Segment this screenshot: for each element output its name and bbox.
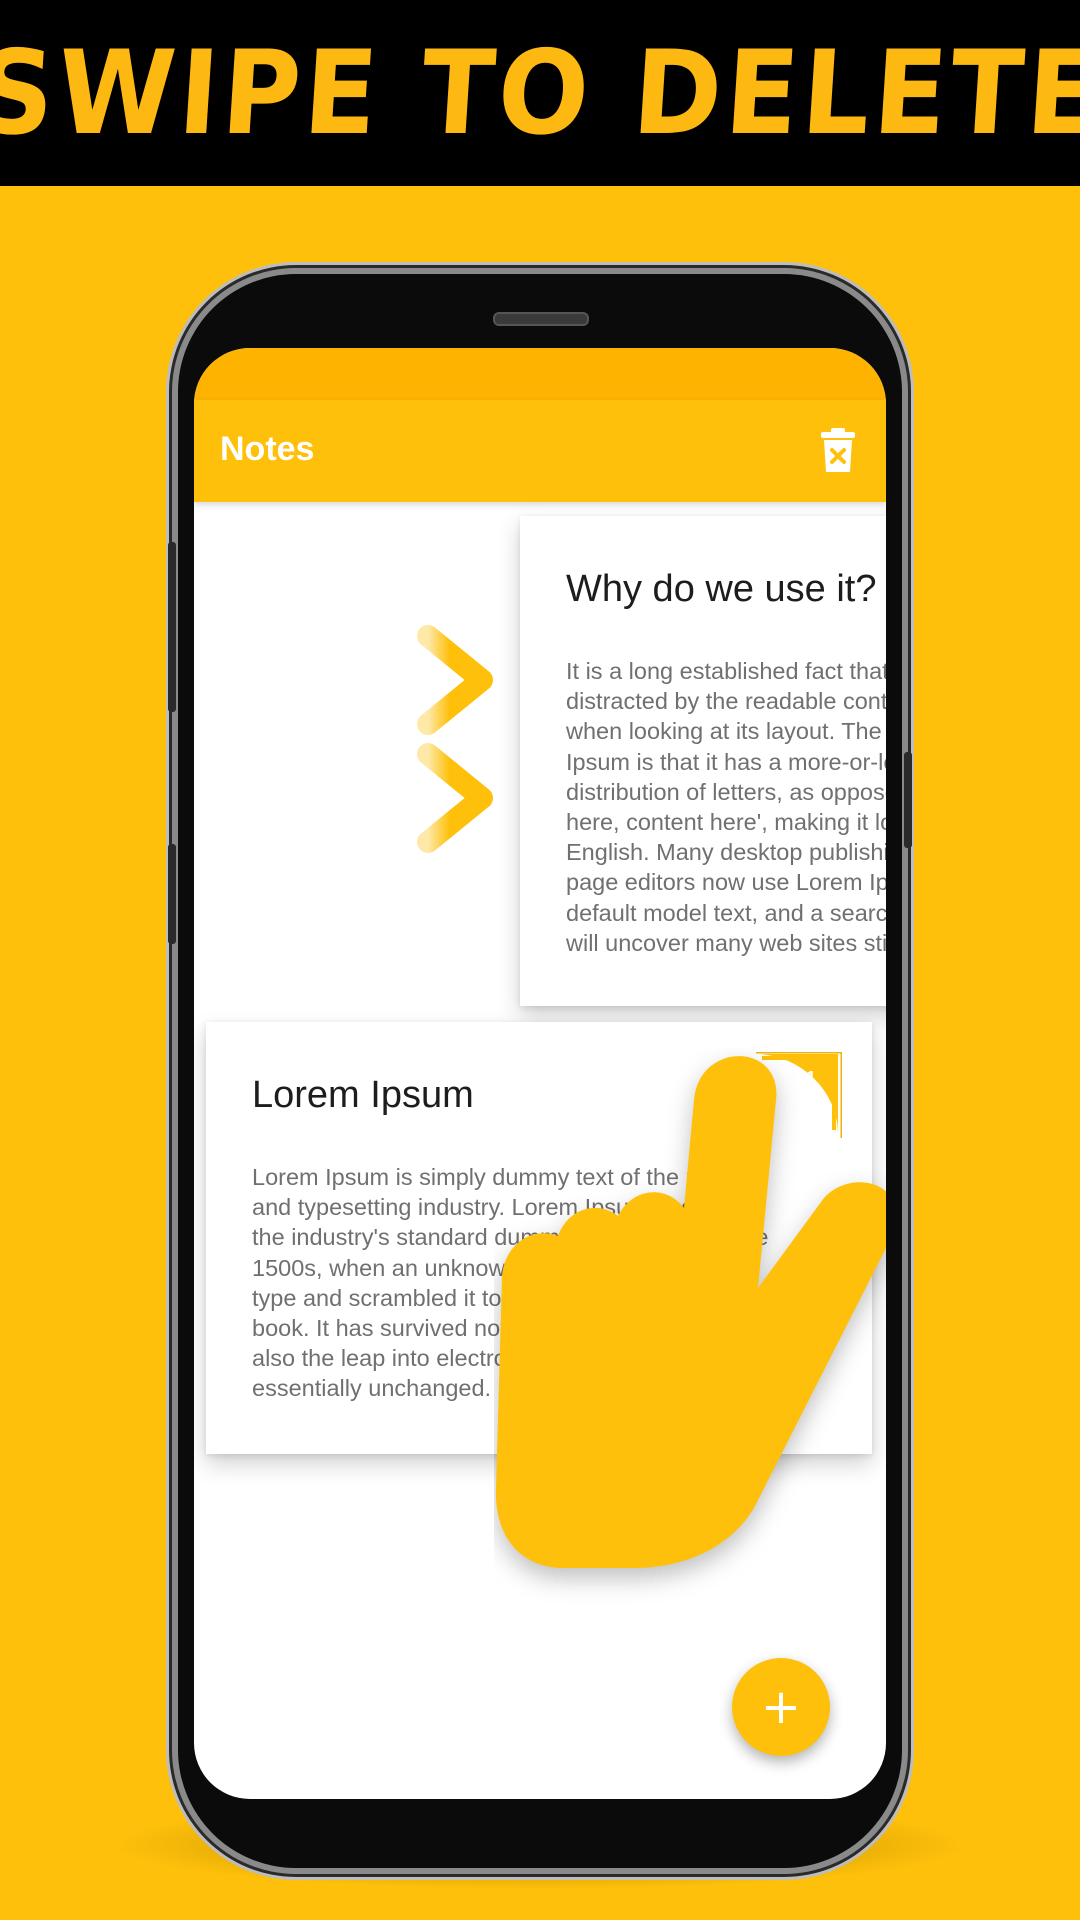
swipe-hand-icon bbox=[495, 1056, 886, 1568]
plus-icon: + bbox=[760, 1679, 802, 1735]
note-body: It is a long established fact that a rea… bbox=[566, 658, 886, 956]
phone-frame: Notes Why do we use it? It is a long est… bbox=[168, 274, 912, 1868]
note-title: Lorem Ipsum bbox=[252, 1074, 474, 1116]
status-bar bbox=[194, 348, 886, 400]
add-note-button[interactable]: + bbox=[732, 1658, 830, 1756]
note-title: Why do we use it? bbox=[566, 568, 877, 610]
swipe-right-arrows-icon bbox=[211, 625, 493, 853]
app-bar: Notes bbox=[194, 400, 886, 502]
earpiece-speaker bbox=[493, 312, 589, 326]
bixby-button bbox=[904, 752, 912, 848]
promo-banner: SWIPE TO DELETE bbox=[0, 0, 1080, 186]
power-button bbox=[168, 542, 176, 712]
delete-all-icon[interactable] bbox=[820, 428, 856, 474]
phone-screen: Notes Why do we use it? It is a long est… bbox=[194, 348, 886, 1799]
banner-title: SWIPE TO DELETE bbox=[0, 25, 1080, 161]
app-title: Notes bbox=[220, 430, 315, 468]
note-card-swiping[interactable]: Why do we use it? It is a long establish… bbox=[520, 516, 886, 1006]
volume-button bbox=[168, 844, 176, 944]
